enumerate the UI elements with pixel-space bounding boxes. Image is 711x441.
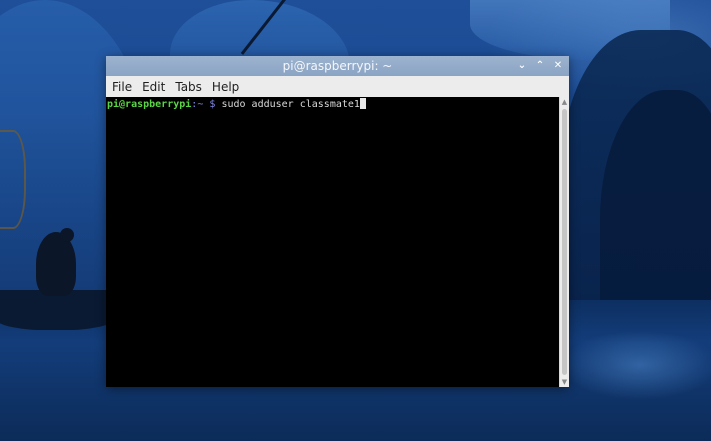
close-icon[interactable]: ✕ <box>551 59 565 73</box>
text-cursor <box>359 98 366 109</box>
menu-file[interactable]: File <box>108 80 136 94</box>
wallpaper-lantern <box>0 130 26 229</box>
terminal-area: pi@raspberrypi:~ $ sudo adduser classmat… <box>106 97 569 387</box>
wallpaper-water-shine <box>560 330 711 400</box>
window-titlebar[interactable]: pi@raspberrypi: ~ ⌄ ⌃ ✕ <box>106 56 569 76</box>
terminal-window[interactable]: pi@raspberrypi: ~ ⌄ ⌃ ✕ File Edit Tabs H… <box>106 56 569 387</box>
chevron-up-icon[interactable]: ⌃ <box>533 59 547 73</box>
desktop: pi@raspberrypi: ~ ⌄ ⌃ ✕ File Edit Tabs H… <box>0 0 711 441</box>
prompt-symbol: $ <box>209 99 216 110</box>
vertical-scrollbar[interactable]: ▲ ▼ <box>559 97 569 387</box>
scroll-up-icon[interactable]: ▲ <box>560 97 569 107</box>
command-text: sudo adduser classmate1 <box>221 99 360 110</box>
window-controls: ⌄ ⌃ ✕ <box>515 56 565 76</box>
terminal-output[interactable]: pi@raspberrypi:~ $ sudo adduser classmat… <box>106 97 559 387</box>
wallpaper-boat <box>0 290 120 330</box>
menu-bar: File Edit Tabs Help <box>106 76 569 97</box>
prompt-path: ~ <box>197 99 204 110</box>
menu-help[interactable]: Help <box>208 80 243 94</box>
menu-tabs[interactable]: Tabs <box>171 80 206 94</box>
wallpaper-cormorant-head <box>60 228 74 242</box>
wallpaper-cormorant <box>36 232 76 296</box>
chevron-down-icon[interactable]: ⌄ <box>515 59 529 73</box>
window-title: pi@raspberrypi: ~ <box>282 59 393 73</box>
scroll-down-icon[interactable]: ▼ <box>560 377 569 387</box>
menu-edit[interactable]: Edit <box>138 80 169 94</box>
scroll-thumb[interactable] <box>562 109 567 375</box>
prompt-user: pi@raspberrypi <box>107 99 192 110</box>
